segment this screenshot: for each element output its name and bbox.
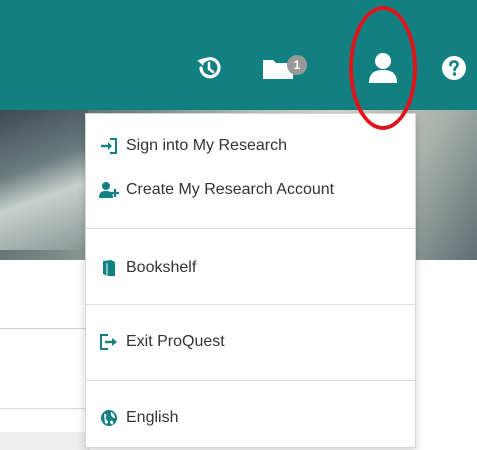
globe-icon: [98, 408, 120, 428]
account-dropdown-menu: Sign into My Research Create My Research…: [85, 113, 416, 448]
top-toolbar: 1: [0, 0, 477, 110]
background-divider: [0, 328, 90, 329]
menu-separator: [86, 304, 415, 305]
background-banner-thumbnail: [0, 110, 88, 250]
menu-item-create-account[interactable]: Create My Research Account: [86, 178, 415, 202]
sign-out-icon: [98, 332, 120, 352]
menu-item-label: Exit ProQuest: [126, 333, 225, 350]
menu-item-sign-in[interactable]: Sign into My Research: [86, 134, 415, 158]
menu-item-exit[interactable]: Exit ProQuest: [86, 330, 415, 354]
history-button[interactable]: [192, 52, 224, 84]
menu-item-label: Bookshelf: [126, 259, 197, 276]
menu-item-label: English: [126, 409, 179, 426]
folder-count-badge: 1: [287, 55, 307, 75]
menu-item-bookshelf[interactable]: Bookshelf: [86, 256, 415, 280]
sign-in-icon: [98, 136, 120, 156]
user-account-button[interactable]: [360, 46, 406, 90]
background-divider: [0, 408, 90, 409]
background-footer-strip: [0, 432, 90, 450]
menu-item-label: Create My Research Account: [126, 181, 335, 198]
menu-separator: [86, 380, 415, 381]
help-button[interactable]: [440, 53, 468, 83]
menu-separator: [86, 228, 415, 229]
menu-item-label: Sign into My Research: [126, 137, 287, 154]
book-icon: [98, 258, 120, 278]
menu-item-language[interactable]: English: [86, 406, 415, 430]
user-icon: [369, 53, 397, 83]
history-icon: [197, 57, 221, 79]
help-icon: [442, 56, 466, 80]
add-user-icon: [98, 180, 120, 200]
